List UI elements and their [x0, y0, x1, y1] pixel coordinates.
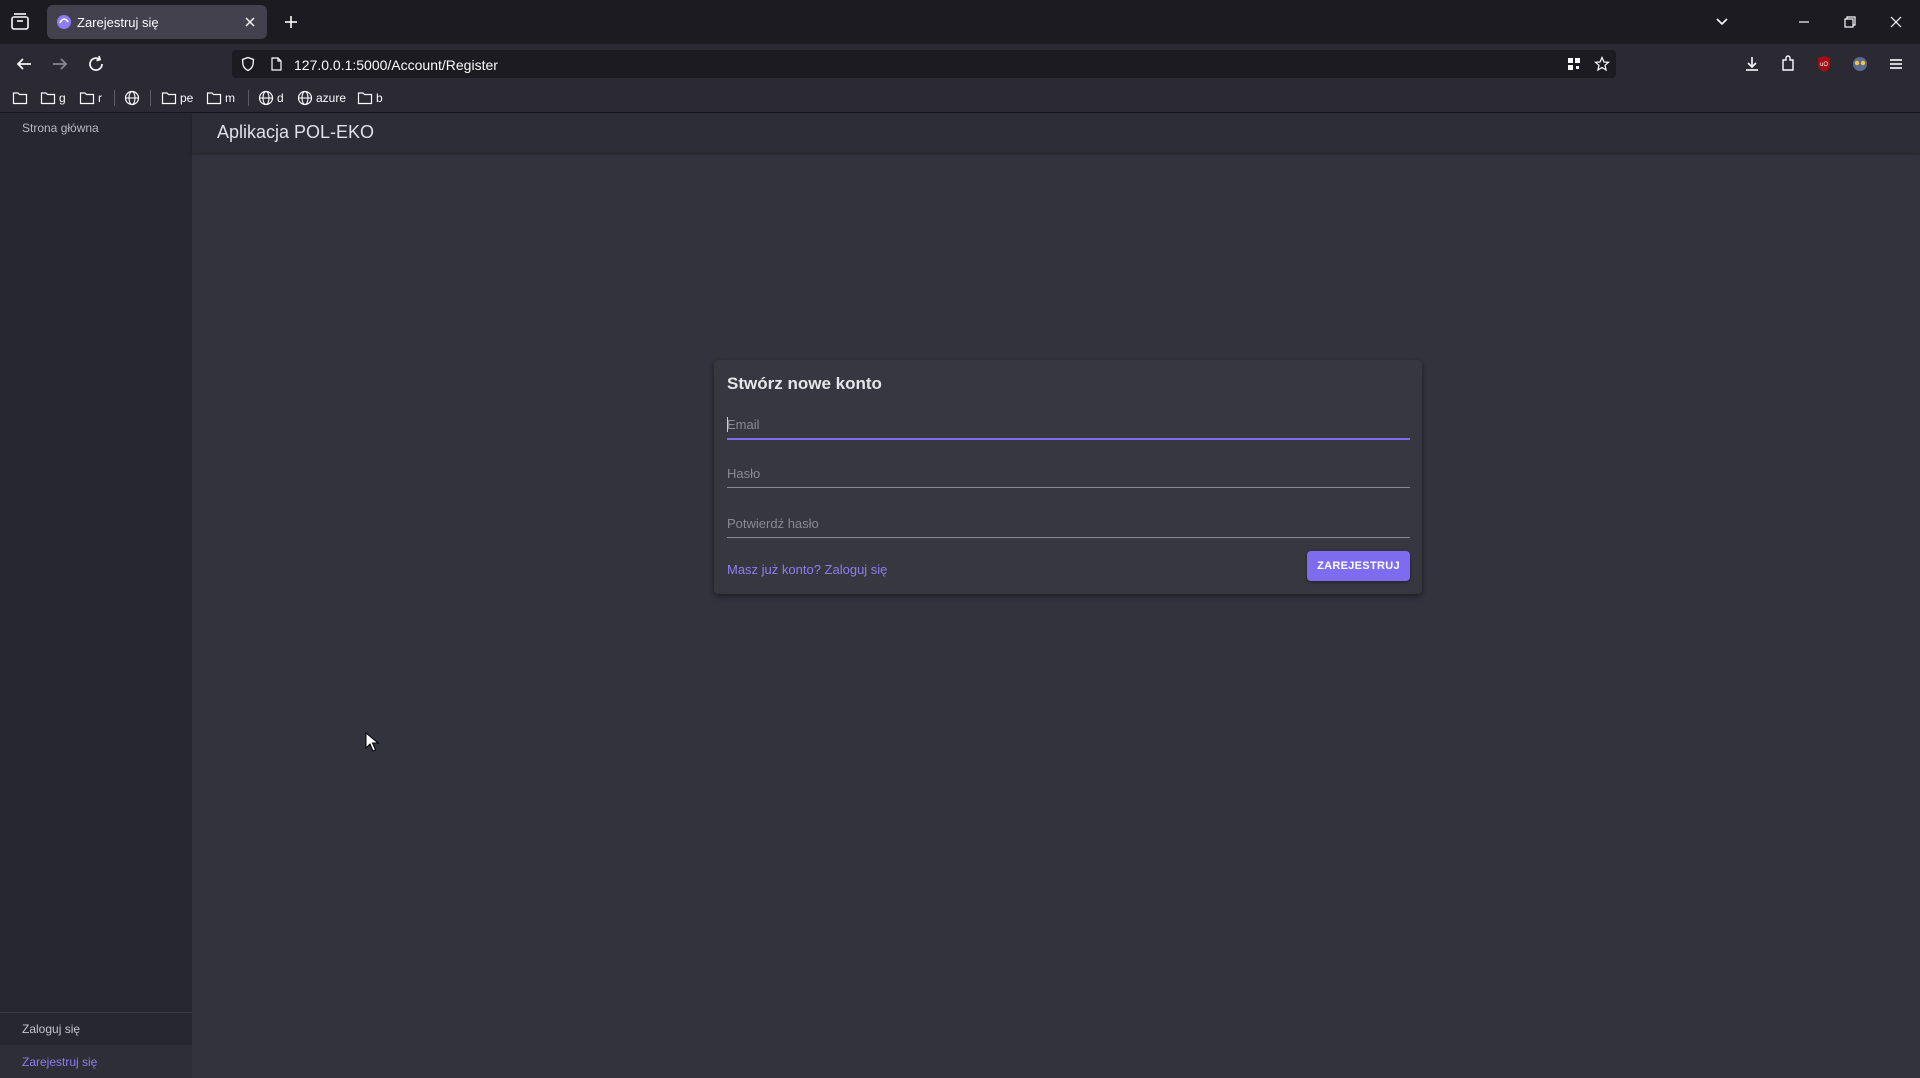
- folder-icon: [79, 92, 95, 105]
- sidebar-item-login[interactable]: Zaloguj się: [22, 1022, 80, 1036]
- tab-list-icon[interactable]: [8, 10, 32, 34]
- url-text: 127.0.0.1:5000/Account/Register: [294, 57, 498, 73]
- password-input[interactable]: [727, 461, 1410, 485]
- bookmark-label: m: [225, 91, 235, 105]
- list-all-tabs-icon[interactable]: [1709, 9, 1735, 35]
- extensions-icon[interactable]: [1776, 52, 1800, 76]
- globe-icon: [258, 90, 274, 106]
- bookmark-folder-r[interactable]: r: [79, 89, 102, 107]
- close-window-icon[interactable]: [1883, 9, 1909, 35]
- globe-icon: [124, 90, 140, 106]
- restore-icon[interactable]: [1837, 9, 1863, 35]
- email-field[interactable]: [727, 412, 1410, 440]
- browser-tab-bar: Zarejestruj się: [0, 0, 1920, 44]
- bookmark-separator: [248, 90, 249, 106]
- bookmark-star-icon[interactable]: [1594, 56, 1610, 72]
- bookmark-globe[interactable]: [124, 89, 140, 107]
- bookmark-label: g: [59, 91, 66, 105]
- folder-icon: [161, 92, 177, 105]
- folder-icon: [206, 92, 222, 105]
- bookmark-label: pe: [180, 91, 194, 105]
- register-card-title: Stwórz nowe konto: [727, 374, 882, 393]
- tracking-protection-shield-icon[interactable]: [240, 56, 256, 72]
- folder-icon: [40, 92, 56, 105]
- reload-icon[interactable]: [84, 52, 108, 76]
- bookmark-folder-pe[interactable]: pe: [161, 89, 193, 107]
- downloads-icon[interactable]: [1740, 52, 1764, 76]
- close-tab-icon[interactable]: [241, 13, 259, 31]
- app-title: Aplikacja POL-EKO: [217, 122, 375, 142]
- ublock-origin-icon[interactable]: uO: [1812, 52, 1836, 76]
- text-caret: [727, 417, 728, 432]
- app-favicon-icon: [57, 15, 71, 29]
- profile-extension-icon[interactable]: [1848, 52, 1872, 76]
- bookmark-separator: [114, 90, 115, 106]
- password-field[interactable]: [727, 461, 1410, 488]
- globe-icon: [297, 90, 313, 106]
- active-tab[interactable]: Zarejestruj się: [47, 5, 267, 39]
- login-link[interactable]: Masz już konto? Zaloguj się: [727, 562, 887, 577]
- minimize-icon[interactable]: [1791, 9, 1817, 35]
- forward-icon[interactable]: [48, 52, 72, 76]
- bookmark-label: d: [277, 91, 284, 105]
- register-button[interactable]: ZAREJESTRUJ: [1307, 551, 1410, 581]
- bookmark-folder-g[interactable]: g: [40, 89, 66, 107]
- bookmark-label: r: [98, 91, 102, 105]
- bookmark-globe-d[interactable]: d: [258, 89, 284, 107]
- confirm-password-input[interactable]: [727, 511, 1410, 535]
- register-card: Stwórz nowe konto Masz już konto? Zalogu…: [714, 360, 1422, 594]
- mouse-cursor-icon: [365, 732, 379, 752]
- sidebar-item-register-row[interactable]: Zarejestruj się: [0, 1045, 192, 1078]
- tab-title: Zarejestruj się: [77, 15, 159, 30]
- bookmark-separator: [150, 90, 151, 106]
- back-icon[interactable]: [12, 52, 36, 76]
- bookmark-folder-m[interactable]: m: [206, 89, 235, 107]
- bookmark-label: azure: [316, 91, 347, 105]
- bookmark-label: b: [376, 91, 383, 105]
- folder-icon: [12, 92, 28, 105]
- navigation-toolbar: 127.0.0.1:5000/Account/Register uO: [0, 44, 1920, 84]
- hamburger-menu-icon[interactable]: [1884, 52, 1908, 76]
- sidebar-item-register[interactable]: Zarejestruj się: [22, 1055, 97, 1069]
- confirm-password-field[interactable]: [727, 511, 1410, 538]
- new-tab-icon[interactable]: [280, 11, 302, 33]
- sidebar-divider: [0, 1012, 192, 1013]
- bookmark-folder-b[interactable]: b: [357, 89, 383, 107]
- address-bar[interactable]: 127.0.0.1:5000/Account/Register: [232, 50, 1616, 78]
- email-input[interactable]: [727, 412, 1410, 436]
- app-sidebar: Strona główna Zaloguj się Zarejestruj si…: [0, 113, 192, 1078]
- folder-icon: [357, 92, 373, 105]
- bookmark-folder[interactable]: [12, 89, 28, 107]
- qr-code-icon[interactable]: [1566, 56, 1582, 72]
- bookmarks-toolbar: g r pe m d azure b: [0, 84, 1920, 113]
- sidebar-item-home[interactable]: Strona główna: [22, 121, 99, 135]
- bookmark-globe-azure[interactable]: azure: [297, 89, 346, 107]
- svg-text:uO: uO: [1820, 62, 1828, 68]
- page-info-icon[interactable]: [268, 56, 284, 72]
- app-bar: Aplikacja POL-EKO: [192, 113, 1920, 153]
